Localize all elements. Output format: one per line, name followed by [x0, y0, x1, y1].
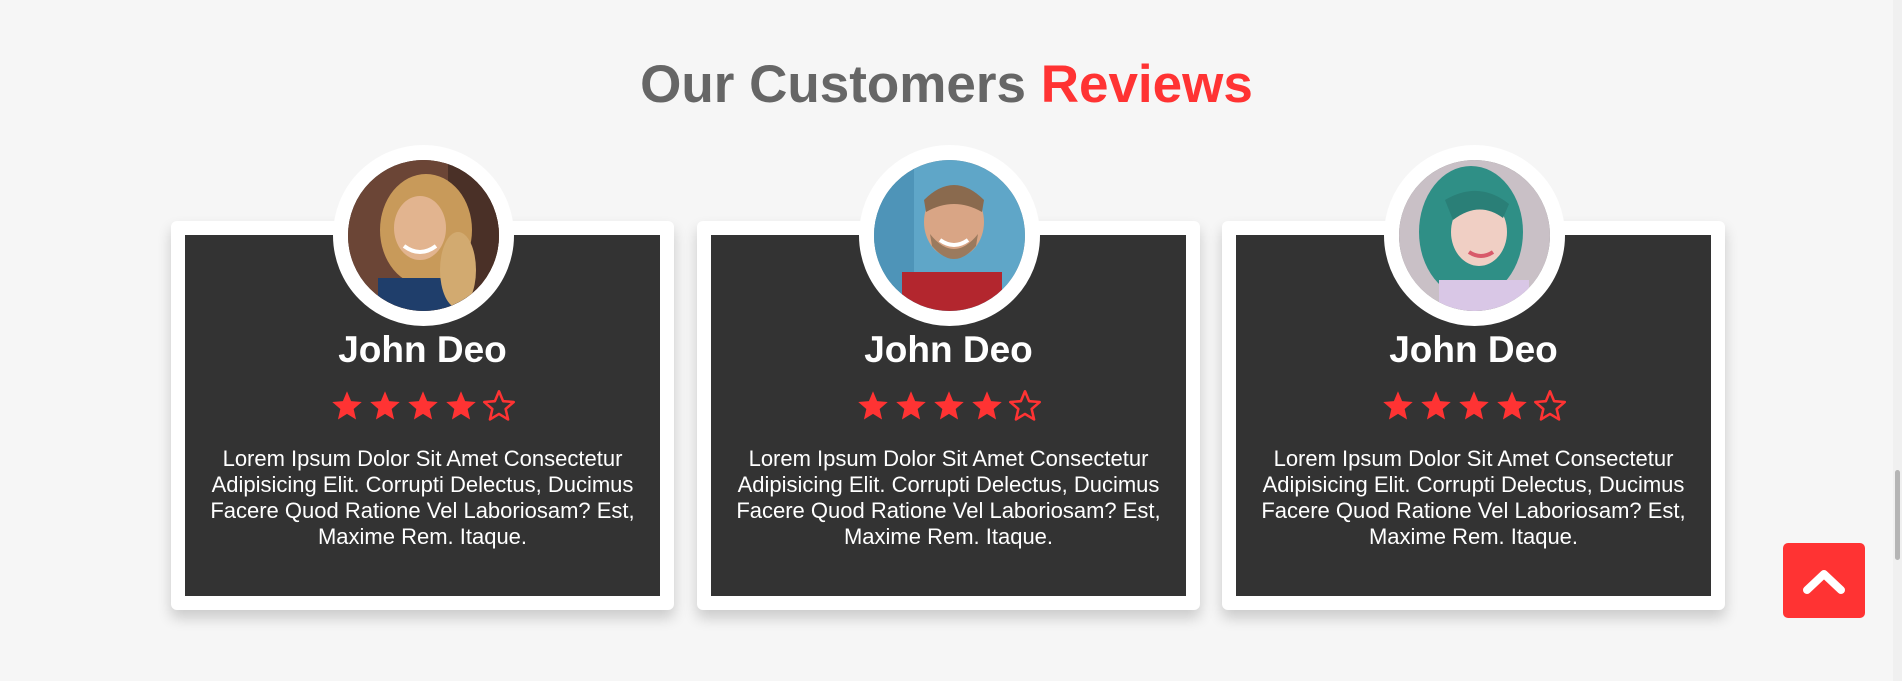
- star-rating: [1236, 389, 1711, 423]
- star-filled-icon: [330, 389, 364, 423]
- review-card: John Deo Lorem Ipsum Dolor Sit Amet Cons…: [171, 145, 674, 610]
- reviewer-avatar: [858, 145, 1040, 326]
- star-rating: [185, 389, 660, 423]
- star-filled-icon: [932, 389, 966, 423]
- scrollbar-thumb[interactable]: [1895, 470, 1900, 560]
- chevron-up-icon: [1803, 569, 1845, 594]
- section-title-main: Our Customers: [640, 55, 1026, 114]
- star-filled-icon: [406, 389, 440, 423]
- scroll-to-top-button[interactable]: [1783, 543, 1865, 618]
- reviewer-name: John Deo: [1389, 329, 1558, 370]
- review-card: John Deo Lorem Ipsum Dolor Sit Amet Cons…: [697, 145, 1200, 610]
- review-card-body: John Deo Lorem Ipsum Dolor Sit Amet Cons…: [185, 145, 660, 596]
- star-filled-icon: [970, 389, 1004, 423]
- reviewer-name: John Deo: [864, 329, 1033, 370]
- review-text: Lorem Ipsum Dolor Sit Amet Consectetur A…: [210, 446, 635, 549]
- star-filled-icon: [1419, 389, 1453, 423]
- review-card-body: John Deo Lorem Ipsum Dolor Sit Amet Cons…: [711, 145, 1186, 596]
- section-title: Our Customers Reviews: [0, 52, 1893, 118]
- star-filled-icon: [1457, 389, 1491, 423]
- star-outline-icon: [1533, 389, 1567, 423]
- page-scrollbar[interactable]: [1893, 0, 1902, 681]
- star-outline-icon: [482, 389, 516, 423]
- star-filled-icon: [368, 389, 402, 423]
- review-card: John Deo Lorem Ipsum Dolor Sit Amet Cons…: [1222, 145, 1725, 610]
- review-card-body: John Deo Lorem Ipsum Dolor Sit Amet Cons…: [1236, 145, 1711, 596]
- review-text: Lorem Ipsum Dolor Sit Amet Consectetur A…: [1261, 446, 1686, 549]
- reviewer-avatar: [332, 145, 514, 326]
- star-filled-icon: [444, 389, 478, 423]
- reviewer-name: John Deo: [338, 329, 507, 370]
- star-filled-icon: [1495, 389, 1529, 423]
- review-text: Lorem Ipsum Dolor Sit Amet Consectetur A…: [736, 446, 1161, 549]
- star-filled-icon: [1381, 389, 1415, 423]
- reviewer-avatar: [1383, 145, 1565, 326]
- star-filled-icon: [856, 389, 890, 423]
- star-outline-icon: [1008, 389, 1042, 423]
- star-filled-icon: [894, 389, 928, 423]
- star-rating: [711, 389, 1186, 423]
- section-title-accent: Reviews: [1040, 55, 1253, 114]
